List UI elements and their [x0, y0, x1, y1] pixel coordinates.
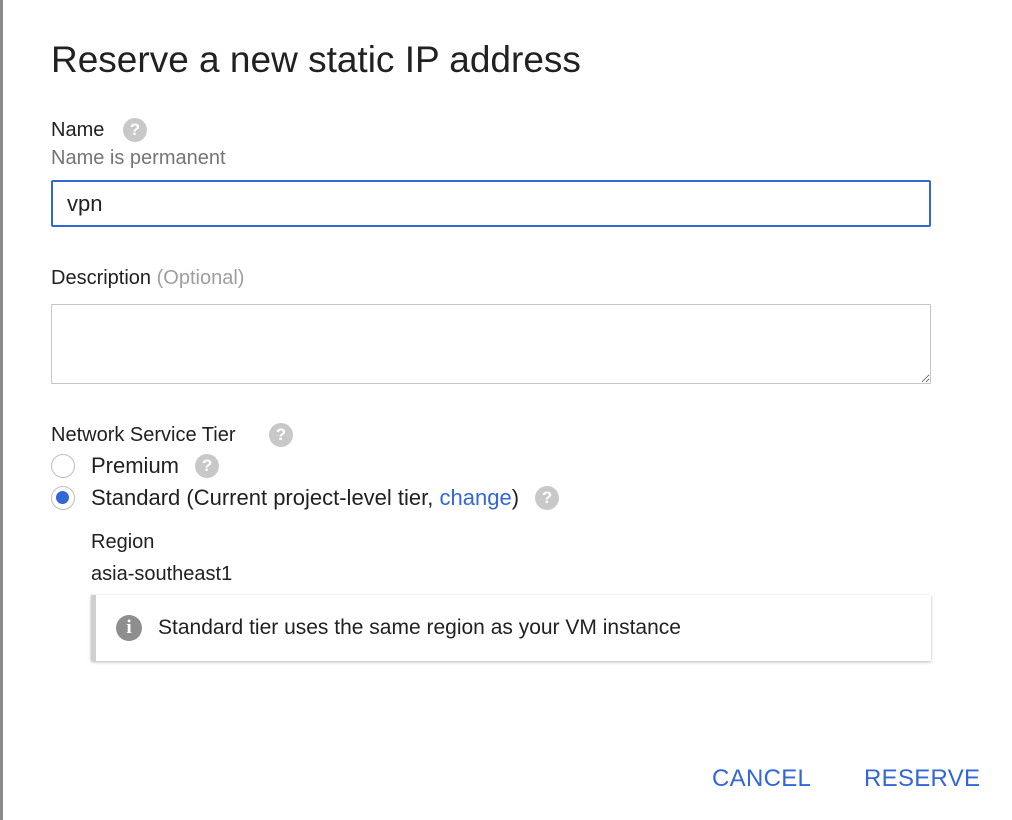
info-text: Standard tier uses the same region as yo… [158, 616, 681, 639]
standard-label-text: Standard (Current project-level tier, [91, 485, 434, 510]
network-tier-help-icon[interactable]: ? [269, 423, 293, 447]
standard-label-suffix: ) [511, 485, 520, 510]
standard-label: Standard (Current project-level tier, ch… [91, 485, 519, 511]
tier-option-premium[interactable]: Premium ? [51, 451, 220, 481]
name-label: Name [51, 119, 105, 141]
name-input[interactable] [51, 180, 931, 227]
region-value: asia-southeast1 [91, 563, 233, 585]
premium-help-icon[interactable]: ? [195, 454, 220, 478]
reserve-ip-dialog: Reserve a new static IP address Name ? N… [3, 0, 1012, 820]
description-label-text: Description [51, 267, 152, 289]
cancel-button[interactable]: CANCEL [712, 758, 811, 800]
premium-label: Premium [91, 453, 180, 478]
name-hint: Name is permanent [51, 147, 226, 169]
description-label: Description (Optional) [51, 265, 244, 291]
dialog-title: Reserve a new static IP address [51, 39, 581, 80]
name-help-icon[interactable]: ? [123, 118, 147, 142]
region-info-box: i Standard tier uses the same region as … [91, 595, 931, 661]
standard-help-icon[interactable]: ? [535, 486, 560, 510]
tier-option-standard[interactable]: Standard (Current project-level tier, ch… [51, 483, 560, 513]
optional-label: (Optional) [156, 267, 245, 289]
description-textarea[interactable] [51, 304, 931, 384]
region-label: Region [91, 531, 155, 553]
standard-radio[interactable] [51, 486, 75, 510]
network-tier-label: Network Service Tier [51, 424, 236, 446]
change-tier-link[interactable]: change [440, 485, 512, 510]
premium-radio[interactable] [51, 454, 75, 478]
reserve-button[interactable]: RESERVE [864, 758, 980, 800]
info-icon: i [116, 615, 142, 641]
